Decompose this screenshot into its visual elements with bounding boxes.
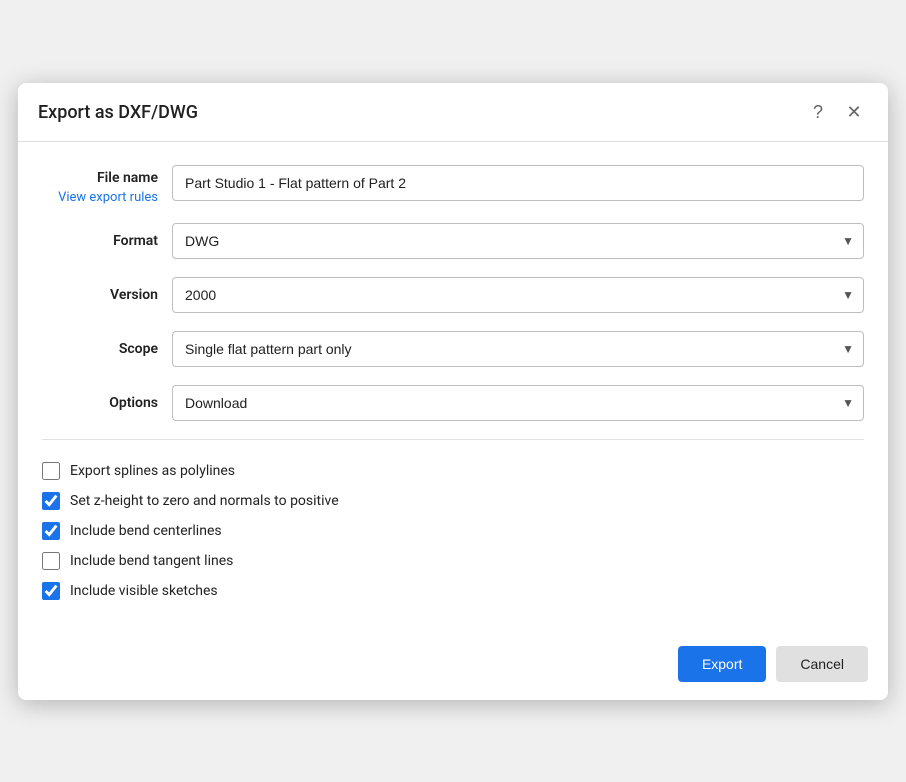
version-control: 2000 2004 2007 2010 2013 2018 ▼ [172, 277, 864, 313]
format-row: Format DXF DWG ▼ [42, 223, 864, 259]
version-select-wrapper: 2000 2004 2007 2010 2013 2018 ▼ [172, 277, 864, 313]
file-name-label-group: File name View export rules [42, 162, 172, 205]
options-select-wrapper: Download Save to OnShape ▼ [172, 385, 864, 421]
dialog-title: Export as DXF/DWG [38, 102, 198, 123]
version-row: Version 2000 2004 2007 2010 2013 2018 ▼ [42, 277, 864, 313]
close-button[interactable]: ✕ [840, 99, 868, 127]
export-splines-label[interactable]: Export splines as polylines [70, 463, 235, 479]
format-select[interactable]: DXF DWG [172, 223, 864, 259]
format-control: DXF DWG ▼ [172, 223, 864, 259]
checkbox-row-tangent: Include bend tangent lines [42, 546, 864, 576]
options-select[interactable]: Download Save to OnShape [172, 385, 864, 421]
include-tangent-label[interactable]: Include bend tangent lines [70, 553, 233, 569]
include-tangent-checkbox[interactable] [42, 552, 60, 570]
export-button[interactable]: Export [678, 646, 766, 682]
cancel-button[interactable]: Cancel [776, 646, 868, 682]
help-icon: ? [813, 102, 823, 123]
dialog-header: Export as DXF/DWG ? ✕ [18, 83, 888, 142]
scope-label: Scope [42, 341, 172, 357]
close-icon: ✕ [846, 102, 861, 123]
checkboxes-section: Export splines as polylines Set z-height… [42, 450, 864, 616]
version-select[interactable]: 2000 2004 2007 2010 2013 2018 [172, 277, 864, 313]
header-icons: ? ✕ [804, 99, 868, 127]
checkbox-row-splines: Export splines as polylines [42, 456, 864, 486]
checkbox-row-zheight: Set z-height to zero and normals to posi… [42, 486, 864, 516]
export-splines-checkbox[interactable] [42, 462, 60, 480]
scope-select-wrapper: Single flat pattern part only All flat p… [172, 331, 864, 367]
include-centerlines-checkbox[interactable] [42, 522, 60, 540]
export-dialog: Export as DXF/DWG ? ✕ File name View exp… [18, 83, 888, 700]
include-sketches-label[interactable]: Include visible sketches [70, 583, 218, 599]
scope-select[interactable]: Single flat pattern part only All flat p… [172, 331, 864, 367]
view-export-rules-link[interactable]: View export rules [58, 190, 158, 205]
file-name-row: File name View export rules [42, 162, 864, 205]
set-zheight-label[interactable]: Set z-height to zero and normals to posi… [70, 493, 339, 509]
options-divider [42, 439, 864, 440]
dialog-footer: Export Cancel [18, 632, 888, 700]
checkbox-row-sketches: Include visible sketches [42, 576, 864, 606]
format-select-wrapper: DXF DWG ▼ [172, 223, 864, 259]
dialog-overlay: Export as DXF/DWG ? ✕ File name View exp… [0, 0, 906, 782]
file-name-label: File name [97, 170, 158, 186]
file-name-input[interactable] [172, 165, 864, 201]
include-sketches-checkbox[interactable] [42, 582, 60, 600]
scope-control: Single flat pattern part only All flat p… [172, 331, 864, 367]
options-row: Options Download Save to OnShape ▼ [42, 385, 864, 421]
dialog-body: File name View export rules Format DXF D… [18, 142, 888, 632]
file-name-control [172, 165, 864, 201]
scope-row: Scope Single flat pattern part only All … [42, 331, 864, 367]
checkbox-row-centerlines: Include bend centerlines [42, 516, 864, 546]
options-label: Options [42, 395, 172, 411]
format-label: Format [42, 233, 172, 249]
version-label: Version [42, 287, 172, 303]
options-control: Download Save to OnShape ▼ [172, 385, 864, 421]
set-zheight-checkbox[interactable] [42, 492, 60, 510]
include-centerlines-label[interactable]: Include bend centerlines [70, 523, 222, 539]
help-button[interactable]: ? [804, 99, 832, 127]
